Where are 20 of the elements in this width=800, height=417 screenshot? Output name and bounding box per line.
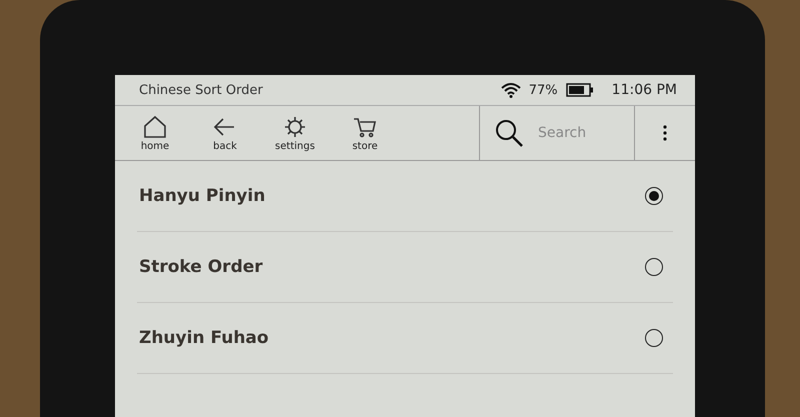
clock-time: 11:06 PM — [612, 82, 677, 98]
battery-icon — [566, 83, 594, 97]
radio-button[interactable] — [645, 258, 663, 276]
home-button[interactable]: home — [135, 114, 175, 152]
settings-icon — [282, 114, 308, 138]
radio-button[interactable] — [645, 187, 663, 205]
more-menu-icon — [663, 125, 667, 141]
store-button[interactable]: store — [345, 114, 385, 152]
option-label: Hanyu Pinyin — [139, 186, 266, 206]
settings-button[interactable]: settings — [275, 114, 315, 152]
search-icon — [494, 118, 524, 148]
battery-percent: 77% — [528, 82, 558, 98]
back-button[interactable]: back — [205, 114, 245, 152]
option-label: Stroke Order — [139, 257, 263, 277]
search-field[interactable]: Search — [536, 124, 620, 142]
page-title: Chinese Sort Order — [139, 82, 264, 98]
home-icon — [142, 114, 168, 138]
radio-button[interactable] — [645, 329, 663, 347]
wifi-icon — [500, 82, 521, 98]
option-label: Zhuyin Fuhao — [139, 328, 269, 348]
